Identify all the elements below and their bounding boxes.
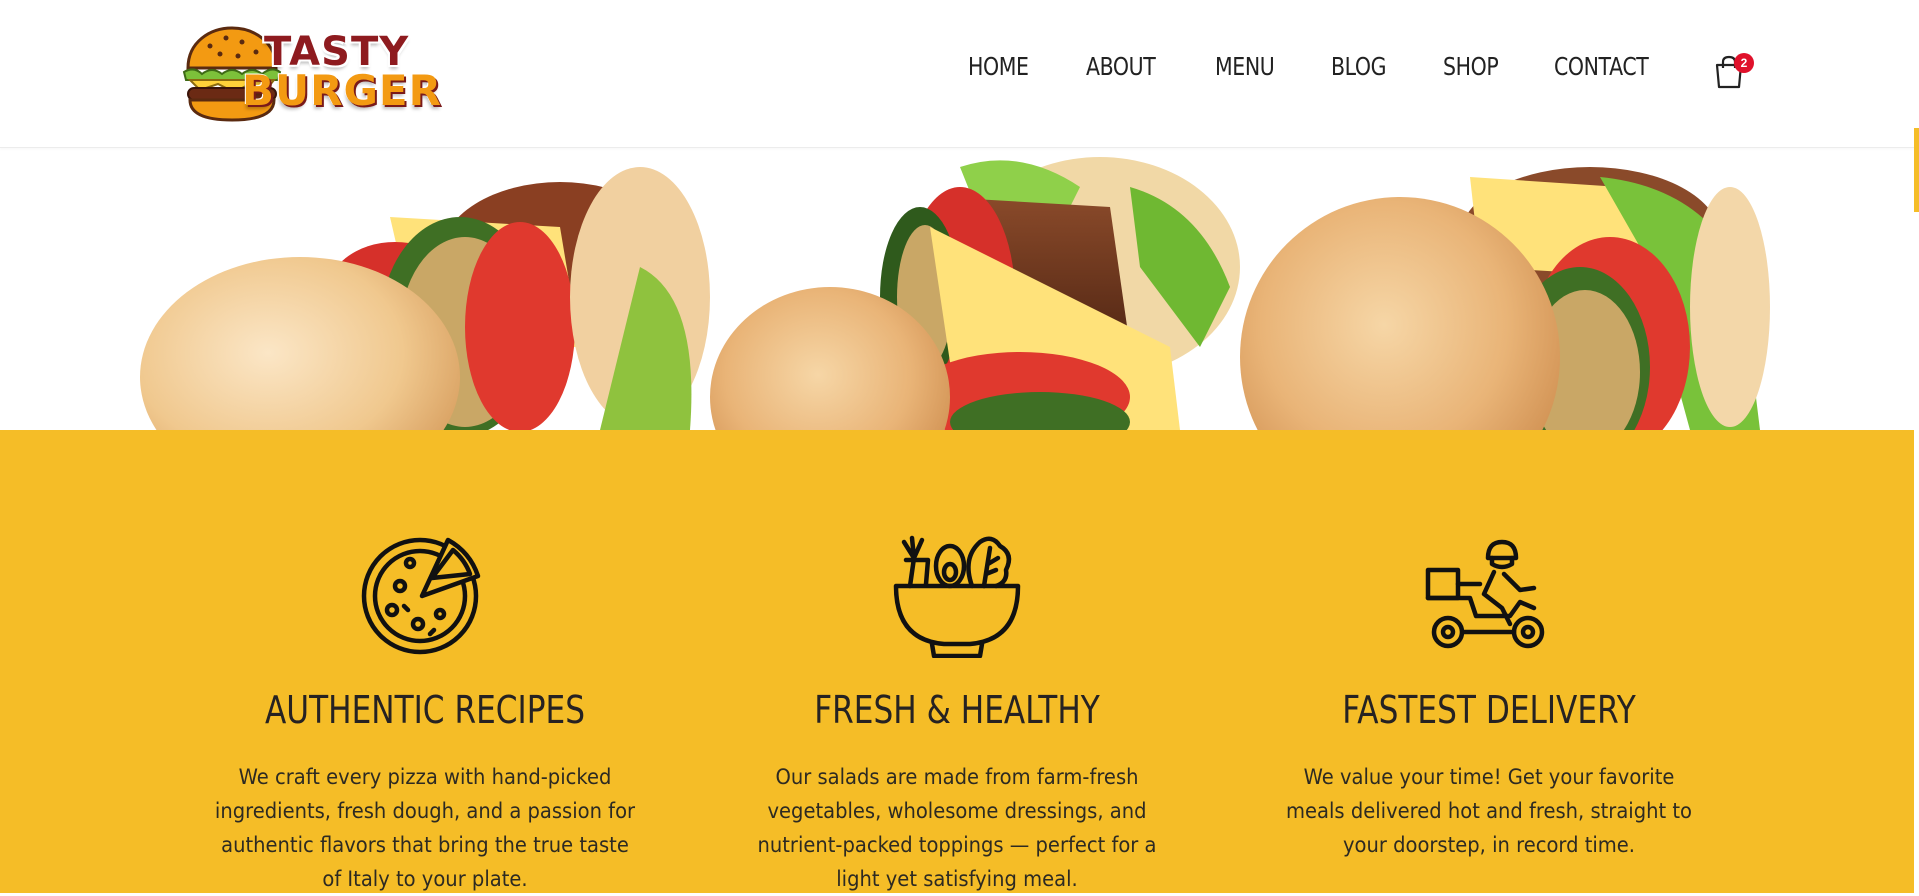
nav-about[interactable]: ABOUT <box>1086 52 1156 81</box>
burger-1 <box>140 167 710 430</box>
feature-title: FRESH & HEALTHY <box>814 688 1100 732</box>
features-section: AUTHENTIC RECIPES We craft every pizza w… <box>0 430 1914 893</box>
pizza-icon <box>361 537 481 655</box>
nav-menu[interactable]: MENU <box>1215 52 1275 81</box>
delivery-scooter-icon <box>1425 539 1545 649</box>
hero-burger-banner <box>0 147 1919 430</box>
feature-description: We craft every pizza with hand-picked in… <box>214 765 636 891</box>
nav-contact[interactable]: CONTACT <box>1554 52 1649 81</box>
cart-count-badge: 2 <box>1734 53 1754 73</box>
salad-bowl-icon <box>893 535 1021 658</box>
burgers-image <box>140 157 1770 430</box>
cart-button[interactable]: 2 <box>1714 53 1754 91</box>
main-nav: HOME ABOUT MENU BLOG SHOP CONTACT <box>968 52 1669 81</box>
burger-3 <box>1240 167 1770 430</box>
feature-description: Our salads are made from farm-fresh vege… <box>757 765 1157 891</box>
nav-shop[interactable]: SHOP <box>1443 52 1499 81</box>
feature-title: FASTEST DELIVERY <box>1342 688 1636 732</box>
nav-blog[interactable]: BLOG <box>1331 52 1387 81</box>
scroll-indicator[interactable] <box>1914 128 1919 212</box>
site-logo[interactable]: TASTY BURGER <box>180 22 441 126</box>
feature-description: We value your time! Get your favorite me… <box>1285 765 1692 857</box>
nav-home[interactable]: HOME <box>968 52 1029 81</box>
site-header: TASTY BURGER HOME ABOUT MENU BLOG SHOP C… <box>0 0 1919 148</box>
feature-title: AUTHENTIC RECIPES <box>264 688 586 732</box>
burger-2 <box>710 157 1240 430</box>
logo-text-burger: BURGER <box>242 66 442 115</box>
